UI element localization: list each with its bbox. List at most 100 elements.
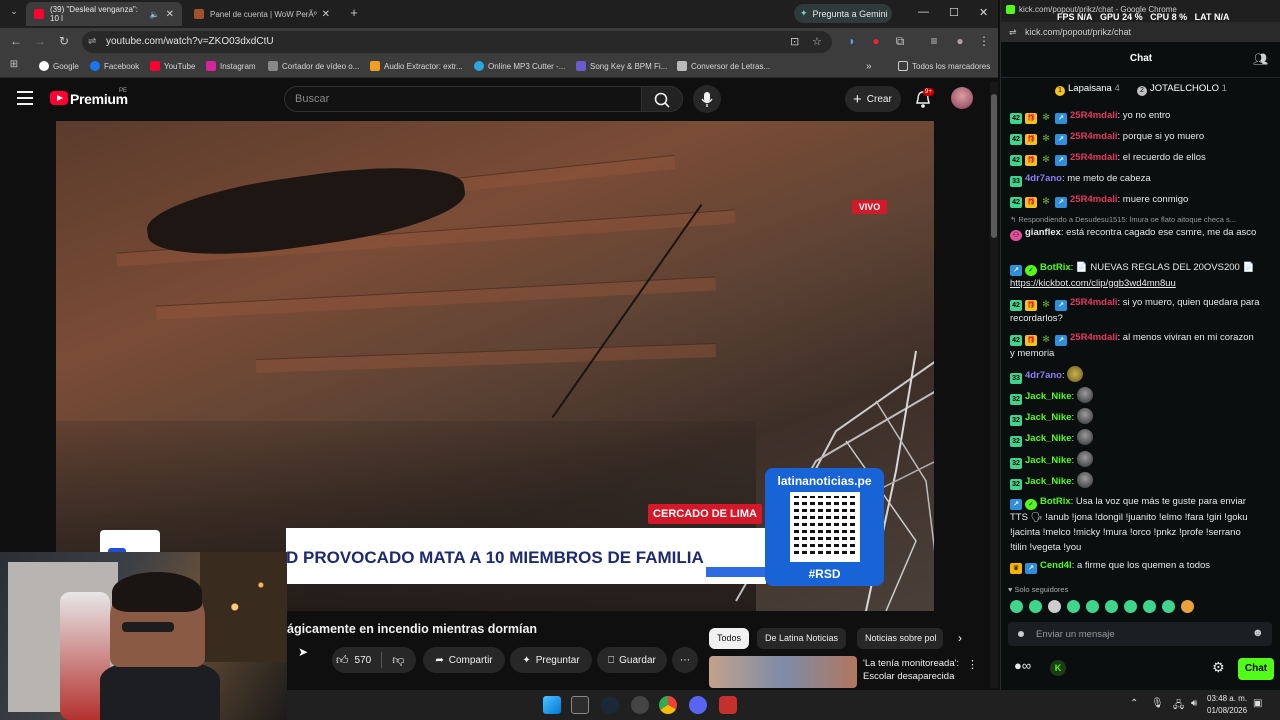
close-window-icon[interactable]: ✕ — [979, 6, 988, 19]
tray-chevron-icon[interactable]: ⌃ — [1130, 698, 1138, 709]
bookmark-audio-extractor[interactable]: Audio Extractor: extr... — [370, 61, 463, 71]
bookmark-youtube[interactable]: YouTube — [150, 61, 195, 71]
chat-username[interactable]: 4dr7ano — [1025, 173, 1062, 184]
tab-search-icon[interactable]: ⌄ — [6, 6, 22, 17]
emoji-picker-icon[interactable]: ☻ — [1252, 627, 1264, 639]
gifter-2[interactable]: 2 JOTAELCHOLO 1 — [1137, 83, 1227, 96]
address-bar[interactable]: ⇌ youtube.com/watch?v=ZKO03dxdCtU ⊡ ☆ — [82, 31, 832, 53]
speaker-icon[interactable]: 🔈 — [150, 10, 160, 19]
tab-youtube[interactable]: (39) "Desleal venganza": 10 l 🔈 ✕ — [26, 2, 182, 26]
bookmark-song-key[interactable]: Song Key & BPM Fi... — [576, 61, 667, 71]
network-icon[interactable]: 🖧 — [1173, 698, 1184, 715]
infinity-icon[interactable]: ●∞ — [1014, 658, 1031, 673]
chat-username[interactable]: 25R4mdali — [1070, 194, 1118, 205]
extension-adblock-icon[interactable]: ● — [868, 34, 884, 48]
chat-username[interactable]: BotRix — [1040, 496, 1071, 507]
system-clock[interactable]: 03:48 a. m. 01/08/2026 — [1207, 693, 1247, 717]
install-icon[interactable]: ⊡ — [790, 35, 799, 48]
start-icon[interactable] — [543, 696, 561, 714]
users-icon[interactable]: 👥︎ — [1253, 52, 1268, 66]
share-button[interactable]: ➦ Compartir — [423, 647, 505, 673]
gifter-1[interactable]: 1 Lapaisana 4 — [1055, 83, 1120, 96]
ask-button[interactable]: ✦ Preguntar — [510, 647, 592, 673]
video-player[interactable]: VIVO CERCADO DE LIMA D PROVOCADO MATA A … — [56, 121, 934, 611]
apps-grid-icon[interactable]: ⊞ — [6, 59, 22, 70]
create-button[interactable]: + Crear — [845, 86, 901, 112]
media-control-icon[interactable]: ≡ — [926, 34, 942, 48]
bookmark-star-icon[interactable]: ☆ — [812, 35, 822, 48]
youtube-logo-icon[interactable] — [50, 91, 68, 105]
chat-username[interactable]: Jack_Nike — [1025, 476, 1071, 487]
chat-username[interactable]: Jack_Nike — [1025, 412, 1071, 423]
notification-center-icon[interactable]: ▣ — [1253, 698, 1262, 709]
site-info-icon[interactable]: ⇌ — [88, 36, 96, 47]
account-avatar[interactable] — [951, 87, 973, 109]
bookmark-mp3-cutter[interactable]: Online MP3 Cutter -... — [474, 61, 565, 71]
chat-username[interactable]: 25R4mdali — [1070, 332, 1118, 343]
close-tab-icon[interactable]: ✕ — [166, 9, 174, 20]
chat-username[interactable]: gianflex — [1025, 227, 1061, 238]
chip-latina[interactable]: De Latina Noticias — [757, 628, 847, 649]
dislike-icon[interactable]: 👎︎ — [392, 653, 404, 668]
tab-wow[interactable]: Panel de cuenta | WoW PerÃº ✕ — [186, 2, 338, 26]
chat-username[interactable]: Jack_Nike — [1025, 455, 1071, 466]
search-button[interactable] — [641, 86, 683, 112]
chip-politics[interactable]: Noticias sobre pol — [857, 628, 943, 649]
chat-username[interactable]: Jack_Nike — [1025, 433, 1071, 444]
profile-icon[interactable]: ● — [952, 34, 968, 48]
steam-icon[interactable] — [601, 696, 619, 714]
chat-username[interactable]: 25R4mdali — [1070, 152, 1118, 163]
back-icon[interactable]: ← — [8, 34, 24, 48]
settings-gear-icon[interactable]: ⚙ — [1212, 659, 1225, 676]
menu-kebab-icon[interactable]: ⋮ — [976, 34, 992, 48]
chip-all[interactable]: Todos — [709, 628, 750, 649]
new-tab-icon[interactable]: + — [346, 5, 362, 20]
reply-context[interactable]: ↰ Respondiendo a Desudesu1515: lmura oe … — [1010, 215, 1266, 224]
chat-message-input[interactable]: Enviar un mensaje ☻ — [1008, 622, 1272, 646]
forward-icon[interactable]: → — [32, 34, 48, 48]
reload-icon[interactable]: ↻ — [56, 34, 72, 48]
like-icon[interactable]: 👍︎ — [336, 653, 349, 668]
bookmark-conversor[interactable]: Conversor de Letras... — [677, 61, 770, 71]
chat-username[interactable]: 25R4mdali — [1070, 297, 1118, 308]
bookmark-instagram[interactable]: Instagram — [206, 61, 256, 71]
task-view-icon[interactable] — [571, 696, 589, 714]
maximize-icon[interactable]: ☐ — [949, 6, 959, 19]
chat-username[interactable]: 4dr7ano — [1025, 370, 1062, 381]
kick-points-icon[interactable]: K — [1050, 660, 1066, 676]
chrome-icon[interactable] — [659, 696, 677, 714]
minimize-icon[interactable]: — — [918, 6, 929, 18]
close-tab-icon[interactable]: ✕ — [322, 9, 330, 20]
chat-username[interactable]: 25R4mdali — [1070, 131, 1118, 142]
save-button[interactable]: ⎕ Guardar — [597, 647, 667, 673]
scrollbar-thumb[interactable] — [991, 94, 997, 238]
bookmark-video-cutter[interactable]: Cortador de vídeo o... — [268, 61, 359, 71]
chat-username[interactable]: Cend4l — [1040, 560, 1072, 571]
recommended-thumbnail[interactable] — [709, 656, 857, 688]
extension-audio-icon[interactable]: ◗ — [844, 34, 860, 48]
chat-username[interactable]: BotRix — [1040, 262, 1071, 273]
search-input[interactable]: Buscar — [284, 86, 642, 112]
more-actions-button[interactable]: ⋯ — [672, 647, 698, 673]
like-count[interactable]: 570 — [355, 655, 372, 666]
all-bookmarks[interactable]: Todos los marcadores — [898, 61, 990, 71]
send-chat-button[interactable]: Chat — [1238, 658, 1274, 680]
more-bookmarks-icon[interactable]: » — [866, 61, 872, 72]
bookmark-google[interactable]: Google — [39, 61, 79, 71]
chat-link[interactable]: https://kickbot.com/clip/ggb3wd4mn8uu — [1010, 278, 1176, 289]
obs-icon[interactable] — [631, 696, 649, 714]
chat-username[interactable]: 25R4mdali — [1070, 110, 1118, 121]
voice-search-button[interactable] — [693, 85, 721, 113]
extensions-puzzle-icon[interactable]: ⧉ — [892, 34, 908, 49]
app-icon[interactable] — [719, 696, 737, 714]
gemini-button[interactable]: ✦ Pregunta a Gemini — [794, 4, 892, 23]
microphone-tray-icon[interactable]: 🎙︎ — [1151, 698, 1164, 709]
recommended-menu-icon[interactable]: ⋮ — [967, 658, 978, 671]
volume-icon[interactable]: 🔊︎ — [1191, 698, 1197, 709]
chips-next-icon[interactable]: › — [958, 631, 962, 645]
bookmark-facebook[interactable]: Facebook — [90, 61, 139, 71]
emote-quickbar[interactable] — [1010, 600, 1200, 616]
discord-icon[interactable] — [689, 696, 707, 714]
hamburger-menu-icon[interactable] — [17, 91, 33, 105]
chat-username[interactable]: Jack_Nike — [1025, 391, 1071, 402]
